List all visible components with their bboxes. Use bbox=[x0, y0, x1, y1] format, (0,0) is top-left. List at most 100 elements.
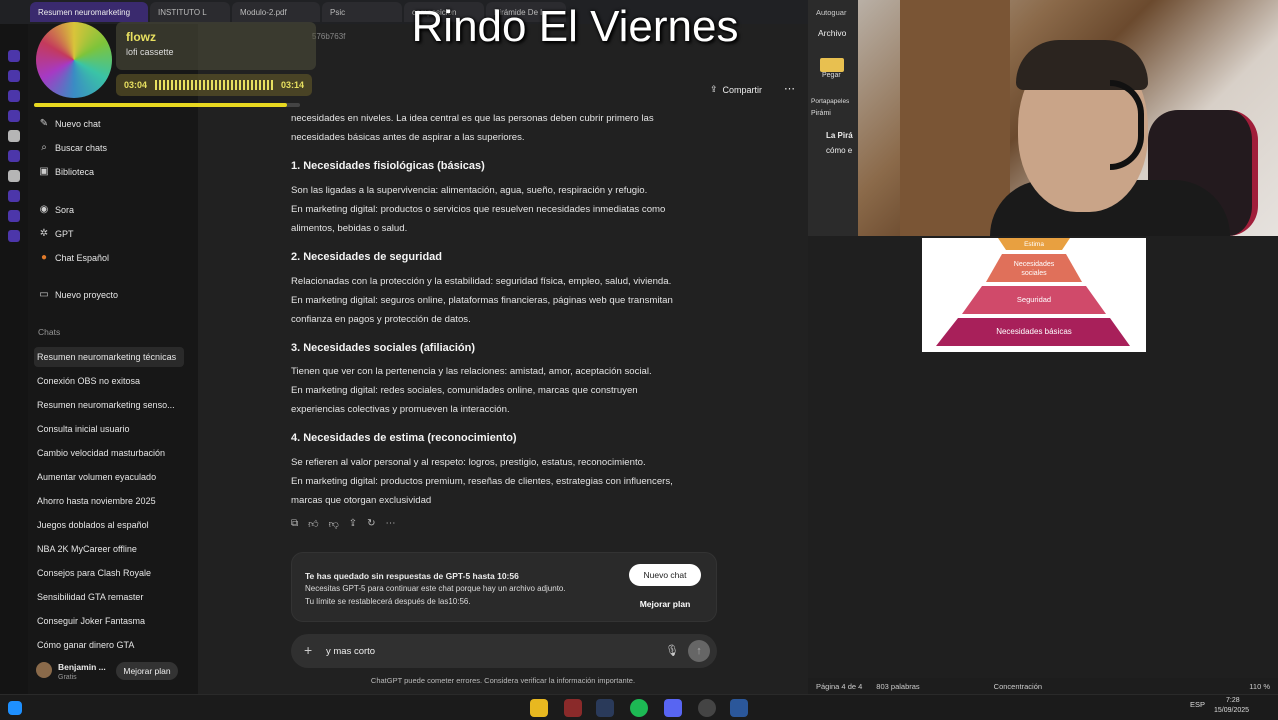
chat-history-item[interactable]: Sensibilidad GTA remaster bbox=[34, 587, 184, 607]
limit-title: Te has quedado sin respuestas de GPT-5 h… bbox=[305, 571, 519, 581]
thumbs-down-icon[interactable]: 👎︎ bbox=[329, 518, 339, 530]
word-count[interactable]: 803 palabras bbox=[876, 682, 919, 691]
taskbar-time[interactable]: 7:28 bbox=[1226, 697, 1240, 704]
autosave-label[interactable]: Autoguar bbox=[816, 8, 846, 17]
chat-history-item[interactable]: Resumen neuromarketing técnicas bbox=[34, 347, 184, 367]
more-icon[interactable]: ⋯ bbox=[386, 518, 396, 530]
new-chat-button[interactable]: Nuevo chat bbox=[629, 564, 701, 586]
sora-icon: ◉ bbox=[39, 204, 49, 215]
taskbar-date[interactable]: 15/09/2025 bbox=[1214, 707, 1249, 714]
windows-start-icon[interactable] bbox=[8, 701, 22, 715]
chat-history-label: Juegos doblados al español bbox=[37, 520, 149, 530]
music-title-box: flowz lofi cassette bbox=[116, 22, 316, 70]
regenerate-icon[interactable]: ↻ bbox=[367, 518, 375, 530]
browser-tab[interactable]: INSTITUTO L bbox=[150, 2, 230, 22]
sidebar-item-label: Sora bbox=[55, 205, 75, 215]
music-time-box: 03:04 03:14 bbox=[116, 74, 312, 96]
file-explorer-icon[interactable] bbox=[530, 699, 548, 717]
user-plan: Gratis bbox=[58, 674, 77, 681]
upgrade-plan-link[interactable]: Mejorar plan bbox=[629, 594, 701, 614]
sidebar-item-gpt[interactable]: ✲ GPT bbox=[36, 224, 186, 244]
pyramid-label: Estima bbox=[1024, 241, 1044, 248]
sidebar-item-label: Nuevo proyecto bbox=[55, 290, 119, 300]
opera-browser-icon[interactable] bbox=[564, 699, 582, 717]
upgrade-plan-button[interactable]: Mejorar plan bbox=[116, 662, 178, 680]
webcam-wardrobe bbox=[900, 0, 1010, 236]
chat-history-item[interactable]: Cambio velocidad masturbación bbox=[34, 443, 184, 463]
share-button[interactable]: ⇪ Compartir bbox=[710, 84, 762, 95]
folder-icon: ▭ bbox=[39, 289, 49, 300]
rail-app-icon[interactable] bbox=[8, 210, 20, 222]
taskbar-language[interactable]: ESP bbox=[1190, 700, 1205, 709]
sidebar-item-label: Chat Español bbox=[55, 253, 110, 263]
word-icon[interactable] bbox=[730, 699, 748, 717]
rail-app-icon[interactable] bbox=[8, 130, 20, 142]
sidebar-item-new-chat[interactable]: ✎ Nuevo chat bbox=[36, 114, 186, 134]
zoom-level[interactable]: 110 % bbox=[1249, 682, 1270, 691]
sidebar-item-search[interactable]: ⌕ Buscar chats bbox=[36, 138, 186, 158]
chat-history-item[interactable]: Conseguir Joker Fantasma bbox=[34, 611, 184, 631]
chat-history-item[interactable]: Resumen neuromarketing senso... bbox=[34, 395, 184, 415]
message-paragraph: necesidades en niveles. La idea central … bbox=[291, 113, 654, 124]
rail-app-icon[interactable] bbox=[8, 150, 20, 162]
share-icon[interactable]: ⇪ bbox=[349, 518, 357, 530]
chat-history-item[interactable]: Cómo ganar dinero GTA bbox=[34, 635, 184, 655]
browser-tab[interactable]: Modulo-2.pdf bbox=[232, 2, 320, 22]
rail-app-icon[interactable] bbox=[8, 50, 20, 62]
obs-icon[interactable] bbox=[698, 699, 716, 717]
chat-history-item[interactable]: Ahorro hasta noviembre 2025 bbox=[34, 491, 184, 511]
browser-tab[interactable]: Resumen neuromarketing bbox=[30, 2, 148, 22]
sidebar-item-label: Buscar chats bbox=[55, 143, 108, 153]
chat-history-item[interactable]: NBA 2K MyCareer offline bbox=[34, 539, 184, 559]
section-line: Tienen que ver con la pertenencia y las … bbox=[291, 366, 652, 377]
url-fragment: 576b763f bbox=[312, 32, 346, 41]
focus-mode[interactable]: Concentración bbox=[994, 682, 1042, 691]
microphone-icon[interactable]: 🎙︎ bbox=[665, 644, 679, 657]
chat-history-item[interactable]: Aumentar volumen eyaculado bbox=[34, 467, 184, 487]
paste-label[interactable]: Pegar bbox=[822, 72, 841, 79]
limit-line: Tu límite se restablecerá después de las… bbox=[305, 597, 471, 606]
composer-input[interactable]: y mas corto bbox=[326, 646, 375, 657]
section-heading: 3. Necesidades sociales (afiliación) bbox=[291, 342, 476, 354]
spotify-icon[interactable] bbox=[630, 699, 648, 717]
rail-app-icon[interactable] bbox=[8, 110, 20, 122]
chat-history-label: Cómo ganar dinero GTA bbox=[37, 640, 135, 650]
chat-history-label: Sensibilidad GTA remaster bbox=[37, 592, 144, 602]
chat-history-label: NBA 2K MyCareer offline bbox=[37, 544, 137, 554]
rail-app-icon[interactable] bbox=[8, 70, 20, 82]
sidebar-item-sora[interactable]: ◉ Sora bbox=[36, 200, 186, 220]
copy-icon[interactable]: ⧉ bbox=[291, 518, 298, 530]
chat-history-label: Conseguir Joker Fantasma bbox=[37, 616, 146, 626]
chat-history-item[interactable]: Consejos para Clash Royale bbox=[34, 563, 184, 583]
chat-espanol-icon: ● bbox=[40, 252, 48, 263]
sidebar-item-label: Nuevo chat bbox=[55, 119, 101, 129]
section-line: En marketing digital: productos premium,… bbox=[291, 476, 673, 487]
section-line: En marketing digital: seguros online, pl… bbox=[291, 295, 673, 306]
rail-app-icon[interactable] bbox=[8, 170, 20, 182]
sidebar-item-new-project[interactable]: ▭ Nuevo proyecto bbox=[36, 285, 186, 305]
doc-text: cómo e bbox=[826, 146, 853, 155]
sidebar-item-chat-espanol[interactable]: ● Chat Español bbox=[36, 248, 186, 268]
rail-app-icon[interactable] bbox=[8, 230, 20, 242]
rail-app-icon[interactable] bbox=[8, 190, 20, 202]
section-line: En marketing digital: redes sociales, co… bbox=[291, 385, 638, 396]
steam-icon[interactable] bbox=[596, 699, 614, 717]
chat-history-item[interactable]: Consulta inicial usuario bbox=[34, 419, 184, 439]
avatar[interactable] bbox=[36, 662, 52, 678]
chat-history-item[interactable]: Conexión OBS no exitosa bbox=[34, 371, 184, 391]
file-menu[interactable]: Archivo bbox=[818, 28, 846, 38]
browser-sidebar-rail bbox=[0, 24, 28, 694]
add-attachment-icon[interactable]: + bbox=[304, 642, 312, 658]
sidebar-item-label: Biblioteca bbox=[55, 167, 95, 177]
paste-icon[interactable] bbox=[820, 58, 844, 72]
page-count[interactable]: Página 4 de 4 bbox=[816, 682, 862, 691]
send-button[interactable]: ↑ bbox=[688, 640, 710, 662]
thumbs-up-icon[interactable]: 👍︎ bbox=[308, 518, 318, 530]
chat-history-item[interactable]: Juegos doblados al español bbox=[34, 515, 184, 535]
section-line: experiencias colectivas y promueven la i… bbox=[291, 404, 510, 415]
discord-icon[interactable] bbox=[664, 699, 682, 717]
more-options-icon[interactable]: ⋯ bbox=[784, 82, 795, 95]
sidebar-item-library[interactable]: ▣ Biblioteca bbox=[36, 162, 186, 182]
chat-history-label: Resumen neuromarketing senso... bbox=[37, 400, 175, 410]
rail-app-icon[interactable] bbox=[8, 90, 20, 102]
